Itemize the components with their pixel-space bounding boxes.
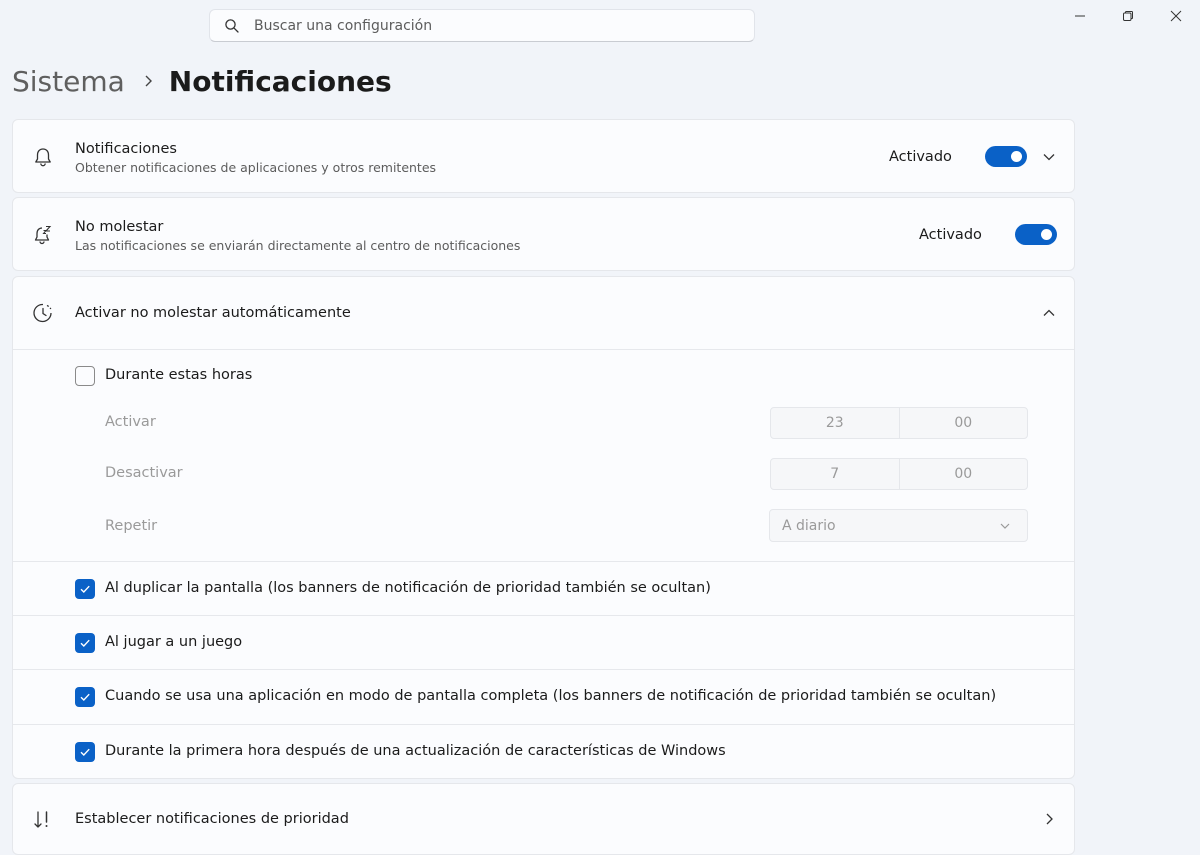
- activate-time-label: Activar: [105, 414, 156, 430]
- option-label-game: Al jugar a un juego: [105, 634, 243, 650]
- activate-time-picker[interactable]: 23 00: [770, 407, 1028, 439]
- page-title: Notificaciones: [168, 64, 392, 98]
- option-label-windows-update: Durante la primera hora después de una a…: [105, 743, 726, 759]
- deactivate-hour[interactable]: 7: [771, 459, 899, 489]
- restore-button[interactable]: [1104, 0, 1152, 32]
- repeat-select[interactable]: A diario: [769, 509, 1028, 542]
- sort-priority-icon: [31, 808, 55, 832]
- notifications-description: Obtener notificaciones de aplicaciones y…: [75, 160, 437, 175]
- window-controls: [1056, 0, 1200, 32]
- chevron-right-icon[interactable]: [1041, 811, 1057, 827]
- checkmark-icon: [80, 585, 90, 593]
- priority-notifications-card[interactable]: Establecer notificaciones de prioridad: [12, 783, 1075, 855]
- divider: [13, 349, 1074, 350]
- dnd-title: No molestar: [75, 219, 164, 235]
- activate-hour[interactable]: 23: [771, 408, 899, 438]
- chevron-right-icon: [143, 74, 153, 88]
- activate-minute[interactable]: 00: [898, 408, 1028, 438]
- chevron-up-icon[interactable]: [1041, 305, 1057, 321]
- search-icon: [224, 18, 240, 34]
- repeat-value: A diario: [782, 517, 836, 534]
- option-checkbox-fullscreen[interactable]: [75, 687, 95, 707]
- divider: [13, 615, 1074, 616]
- option-checkbox-windows-update[interactable]: [75, 742, 95, 762]
- option-label-fullscreen: Cuando se usa una aplicación en modo de …: [105, 688, 997, 704]
- option-checkbox-duplicate-screen[interactable]: [75, 579, 95, 599]
- chevron-down-icon[interactable]: [1041, 149, 1057, 165]
- notifications-card[interactable]: Notificaciones Obtener notificaciones de…: [12, 119, 1075, 193]
- divider: [13, 669, 1074, 670]
- dnd-description: Las notificaciones se enviarán directame…: [75, 238, 521, 253]
- priority-title: Establecer notificaciones de prioridad: [75, 811, 349, 827]
- search-box[interactable]: [209, 9, 755, 42]
- close-button[interactable]: [1152, 0, 1200, 32]
- auto-dnd-header[interactable]: Activar no molestar automáticamente: [13, 277, 1074, 349]
- auto-dnd-title: Activar no molestar automáticamente: [75, 305, 351, 321]
- deactivate-minute[interactable]: 00: [898, 459, 1028, 489]
- breadcrumb-parent[interactable]: Sistema: [12, 65, 125, 98]
- dnd-toggle[interactable]: [1015, 224, 1057, 245]
- clock-icon: [31, 301, 55, 325]
- notifications-toggle[interactable]: [985, 146, 1027, 167]
- breadcrumb: Sistema Notificaciones: [12, 60, 392, 102]
- dnd-card: No molestar Las notificaciones se enviar…: [12, 197, 1075, 271]
- option-label-duplicate-screen: Al duplicar la pantalla (los banners de …: [105, 580, 711, 596]
- close-icon: [1170, 10, 1182, 22]
- checkmark-icon: [80, 693, 90, 701]
- deactivate-time-label: Desactivar: [105, 465, 183, 481]
- divider: [13, 724, 1074, 725]
- restore-icon: [1123, 11, 1133, 21]
- bell-icon: [31, 145, 55, 169]
- minimize-button[interactable]: [1056, 0, 1104, 32]
- during-hours-checkbox[interactable]: [75, 366, 95, 386]
- dnd-toggle-label: Activado: [919, 227, 982, 243]
- notifications-toggle-label: Activado: [889, 149, 952, 165]
- repeat-label: Repetir: [105, 518, 158, 534]
- auto-dnd-card: Activar no molestar automáticamente Dura…: [12, 276, 1075, 779]
- checkmark-icon: [80, 639, 90, 647]
- notifications-title: Notificaciones: [75, 141, 177, 157]
- option-checkbox-game[interactable]: [75, 633, 95, 653]
- minimize-icon: [1075, 15, 1085, 17]
- chevron-down-icon: [999, 519, 1013, 533]
- deactivate-time-picker[interactable]: 7 00: [770, 458, 1028, 490]
- divider: [13, 561, 1074, 562]
- during-hours-label: Durante estas horas: [105, 367, 253, 383]
- checkmark-icon: [80, 748, 90, 756]
- bell-snooze-icon: [31, 223, 55, 247]
- search-input[interactable]: [254, 17, 724, 34]
